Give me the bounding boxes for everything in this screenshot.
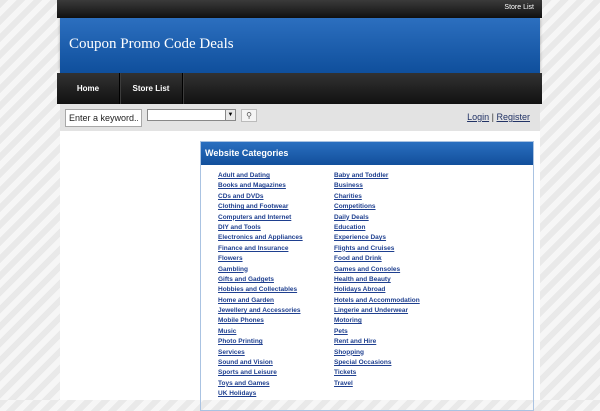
main-content: Website Categories Adult and Dating Books… (60, 131, 540, 411)
category-link[interactable]: Flights and Cruises (334, 244, 420, 254)
category-link[interactable]: Toys and Games (218, 379, 303, 389)
category-link[interactable]: Travel (334, 379, 420, 389)
category-link[interactable]: Daily Deals (334, 213, 420, 223)
main-nav: Home Store List (57, 73, 542, 104)
category-link[interactable]: Jewellery and Accessories (218, 306, 303, 316)
category-link[interactable]: Music (218, 327, 303, 337)
category-link[interactable]: Education (334, 223, 420, 233)
top-bar: Store List (57, 0, 542, 18)
category-link[interactable]: Motoring (334, 316, 420, 326)
page-wrapper: Store List Coupon Promo Code Deals Home … (57, 0, 542, 411)
category-link[interactable]: CDs and DVDs (218, 192, 303, 202)
category-link[interactable]: Health and Beauty (334, 275, 420, 285)
category-link[interactable]: Photo Printing (218, 337, 303, 347)
top-store-list-link[interactable]: Store List (504, 4, 534, 11)
category-link[interactable]: DIY and Tools (218, 223, 303, 233)
category-link[interactable]: Shopping (334, 348, 420, 358)
category-link[interactable]: Computers and Internet (218, 213, 303, 223)
site-header: Coupon Promo Code Deals (60, 18, 540, 73)
category-link[interactable]: Pets (334, 327, 420, 337)
chevron-down-icon[interactable]: ▼ (225, 110, 235, 120)
category-link[interactable]: Sound and Vision (218, 358, 303, 368)
categories-column-right: Baby and Toddler Business Charities Competi… (334, 171, 420, 389)
category-link[interactable]: Clothing and Footwear (218, 202, 303, 212)
site-title[interactable]: Coupon Promo Code Deals (69, 36, 234, 53)
auth-separator: | (491, 112, 494, 122)
category-link[interactable]: Experience Days (334, 233, 420, 243)
category-link[interactable]: Special Occasions (334, 358, 420, 368)
category-link[interactable]: Food and Drink (334, 254, 420, 264)
category-link[interactable]: Services (218, 348, 303, 358)
nav-store-list[interactable]: Store List (120, 73, 183, 104)
category-link[interactable]: Holidays Abroad (334, 285, 420, 295)
category-link[interactable]: Gambling (218, 265, 303, 275)
category-link[interactable]: Rent and Hire (334, 337, 420, 347)
register-link[interactable]: Register (496, 112, 530, 122)
search-bar: ▼ ⚲ Login | Register (60, 104, 540, 131)
category-link[interactable]: Games and Consoles (334, 265, 420, 275)
login-link[interactable]: Login (467, 112, 489, 122)
category-link[interactable]: Adult and Dating (218, 171, 303, 181)
category-link[interactable]: Sports and Leisure (218, 368, 303, 378)
category-link[interactable]: Mobile Phones (218, 316, 303, 326)
categories-heading: Website Categories (201, 142, 533, 165)
category-link[interactable]: Hobbies and Collectables (218, 285, 303, 295)
nav-home[interactable]: Home (57, 73, 120, 104)
category-link[interactable]: Tickets (334, 368, 420, 378)
category-link[interactable]: Books and Magazines (218, 181, 303, 191)
search-input[interactable] (65, 109, 142, 127)
category-link[interactable]: Baby and Toddler (334, 171, 420, 181)
category-link[interactable]: Competitions (334, 202, 420, 212)
categories-column-left: Adult and Dating Books and Magazines CDs a… (218, 171, 303, 400)
auth-links: Login | Register (467, 112, 530, 122)
category-link[interactable]: Home and Garden (218, 296, 303, 306)
category-link[interactable]: Business (334, 181, 420, 191)
category-link[interactable]: Charities (334, 192, 420, 202)
category-link[interactable]: Hotels and Accommodation (334, 296, 420, 306)
category-link[interactable]: Flowers (218, 254, 303, 264)
search-button[interactable]: ⚲ (241, 109, 257, 122)
category-link[interactable]: Lingerie and Underwear (334, 306, 420, 316)
category-select[interactable]: ▼ (147, 109, 236, 121)
category-link[interactable]: Gifts and Gadgets (218, 275, 303, 285)
category-link[interactable]: Electronics and Appliances (218, 233, 303, 243)
category-link[interactable]: UK Holidays (218, 389, 303, 399)
categories-panel: Website Categories Adult and Dating Books… (200, 141, 534, 411)
category-link[interactable]: Finance and Insurance (218, 244, 303, 254)
magnifier-icon: ⚲ (246, 111, 252, 120)
